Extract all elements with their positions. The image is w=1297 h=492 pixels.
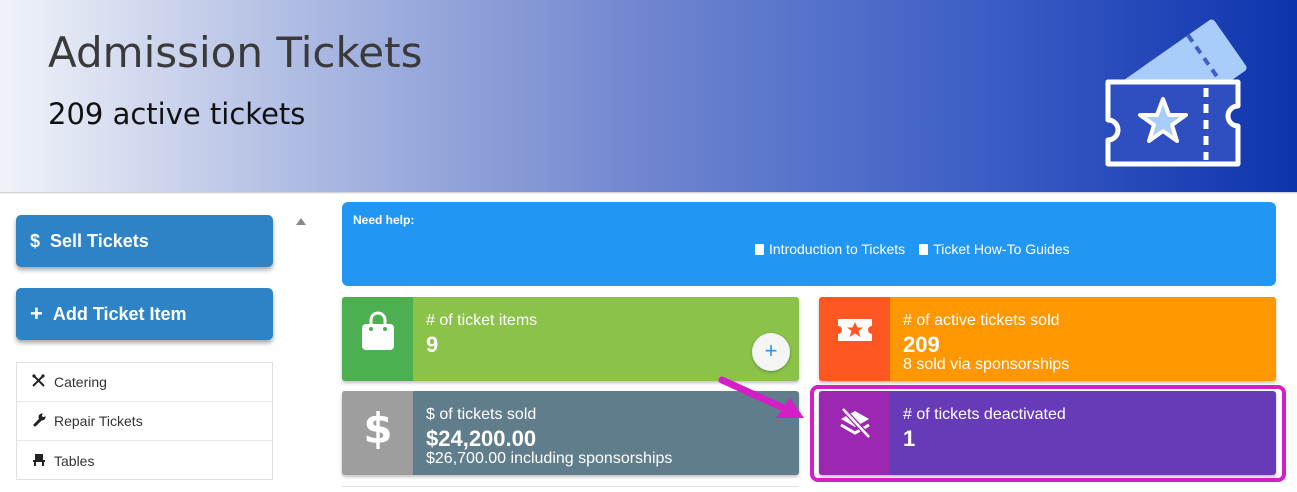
dollar-icon: $ — [342, 391, 413, 475]
card-label: # of active tickets sold — [903, 312, 1060, 329]
pointer-arrow-icon — [718, 376, 804, 418]
sidebar-item-label: Catering — [54, 374, 107, 390]
card-subtext: $26,700.00 including sponsorships — [426, 450, 673, 467]
card-label: $ of tickets sold — [426, 406, 537, 423]
plus-icon: + — [30, 301, 43, 326]
book-icon — [919, 243, 929, 255]
sell-tickets-label: Sell Tickets — [50, 230, 149, 251]
add-ticket-item-round-button[interactable]: + — [752, 333, 790, 371]
sidebar-item-catering[interactable]: Catering — [17, 363, 272, 402]
help-link-label: Ticket How-To Guides — [933, 241, 1070, 257]
card-value: 9 — [426, 332, 439, 357]
dollar-icon: $ — [30, 230, 41, 251]
help-title: Need help: — [353, 213, 415, 227]
card-subtext: 8 sold via sponsorships — [903, 356, 1070, 373]
utensils-icon — [32, 374, 54, 390]
help-panel: Need help: Introduction to Tickets Ticke… — [342, 202, 1276, 286]
page-subtitle: 209 active tickets — [48, 97, 306, 131]
chair-icon — [32, 453, 54, 469]
add-ticket-item-button[interactable]: + Add Ticket Item — [16, 288, 273, 340]
help-link-label: Introduction to Tickets — [769, 241, 906, 257]
sidebar-item-label: Repair Tickets — [54, 413, 143, 429]
sidebar-item-tables[interactable]: Tables — [17, 441, 272, 480]
active-tickets-sold-card: # of active tickets sold 209 8 sold via … — [819, 297, 1276, 381]
sidebar-item-label: Tables — [54, 452, 95, 469]
page-title: Admission Tickets — [48, 28, 423, 77]
scroll-up-arrow[interactable] — [296, 218, 306, 225]
svg-text:$: $ — [363, 405, 392, 449]
help-links: Introduction to Tickets Ticket How-To Gu… — [755, 241, 1070, 257]
card-value: 209 — [903, 332, 940, 357]
page-header: Admission Tickets 209 active tickets — [0, 0, 1297, 193]
highlight-box — [810, 385, 1286, 482]
shopping-bag-icon — [342, 297, 413, 381]
sell-tickets-button[interactable]: $ Sell Tickets — [16, 215, 273, 267]
divider — [342, 486, 799, 492]
ticket-items-card: # of ticket items 9 — [342, 297, 799, 381]
ticket-star-icon — [1105, 19, 1247, 167]
intro-to-tickets-link[interactable]: Introduction to Tickets — [755, 241, 905, 257]
sidebar-item-repair-tickets[interactable]: Repair Tickets — [17, 402, 272, 441]
card-value: $24,200.00 — [426, 426, 537, 451]
wrench-icon — [32, 413, 54, 430]
card-label: # of ticket items — [426, 312, 538, 329]
sidebar-list: Catering Repair Tickets Tables — [16, 362, 273, 480]
ticket-how-to-guides-link[interactable]: Ticket How-To Guides — [919, 241, 1070, 257]
add-ticket-item-label: Add Ticket Item — [52, 303, 187, 324]
ticket-icon — [819, 297, 890, 381]
book-icon — [755, 243, 764, 255]
